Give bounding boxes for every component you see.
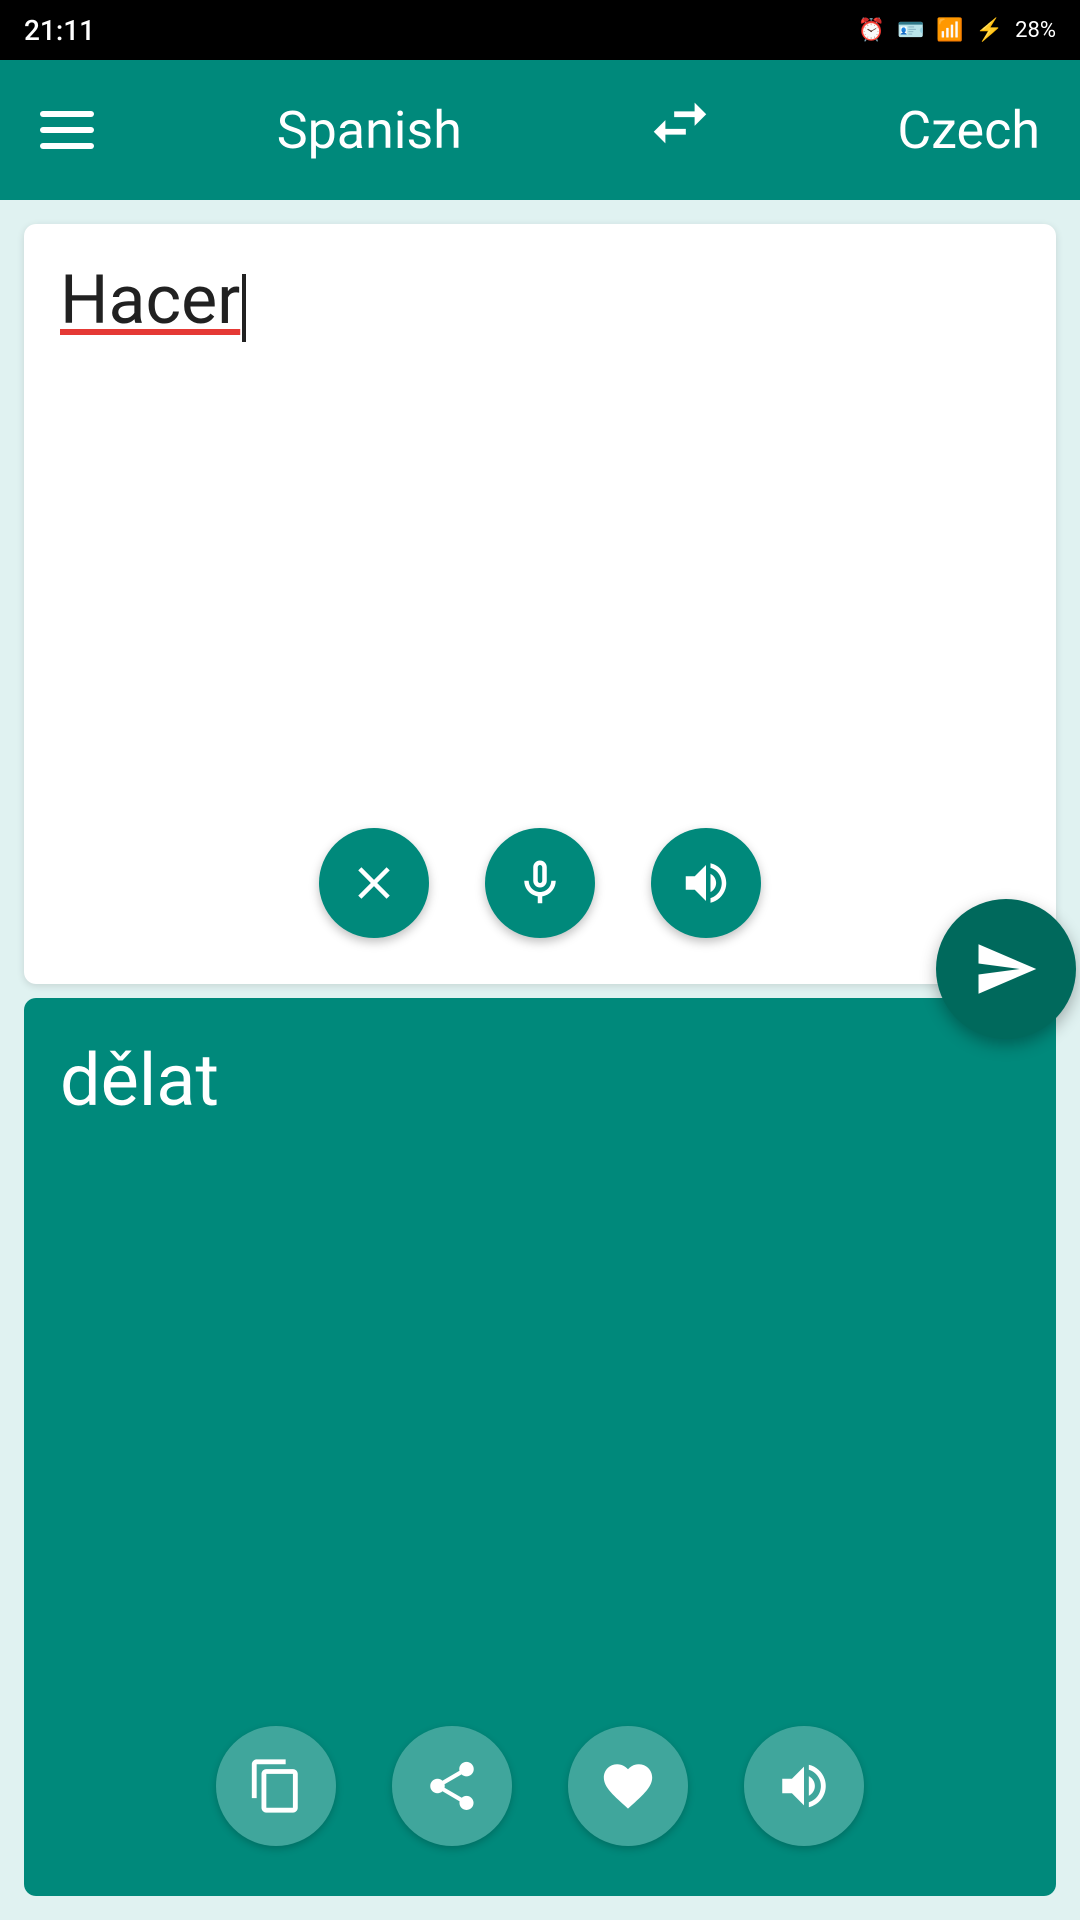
microphone-button[interactable]	[485, 828, 595, 938]
favorite-button[interactable]	[568, 1726, 688, 1846]
source-language-selector[interactable]: Spanish	[277, 100, 462, 161]
target-language-selector[interactable]: Czech	[897, 100, 1040, 161]
source-word: Hacer	[60, 260, 240, 340]
source-panel: Hacer	[24, 224, 1056, 984]
target-text-display: dělat	[60, 1038, 1020, 1123]
menu-button[interactable]	[40, 111, 94, 149]
sim-icon: 🪪	[897, 18, 924, 43]
status-icons: ⏰ 🪪 📶 ⚡ 28%	[858, 18, 1056, 43]
status-bar: 21:11 ⏰ 🪪 📶 ⚡ 28%	[0, 0, 1080, 60]
speaker-source-button[interactable]	[651, 828, 761, 938]
alarm-icon: ⏰	[858, 18, 885, 43]
source-text-display[interactable]: Hacer	[60, 260, 1020, 342]
text-cursor	[242, 274, 246, 342]
copy-button[interactable]	[216, 1726, 336, 1846]
clear-button[interactable]	[319, 828, 429, 938]
battery-text: 28%	[1015, 18, 1056, 43]
share-button[interactable]	[392, 1726, 512, 1846]
charging-icon: ⚡	[976, 18, 1003, 43]
target-panel: dělat	[24, 998, 1056, 1896]
translate-button[interactable]	[936, 899, 1076, 1039]
speaker-target-button[interactable]	[744, 1726, 864, 1846]
main-content: Hacer	[0, 200, 1080, 1920]
source-actions-row	[60, 828, 1020, 948]
status-time: 21:11	[24, 14, 95, 47]
swap-languages-button[interactable]	[645, 88, 715, 172]
signal-icon: 📶	[936, 18, 963, 43]
toolbar: Spanish Czech	[0, 60, 1080, 200]
target-actions-row	[60, 1726, 1020, 1846]
